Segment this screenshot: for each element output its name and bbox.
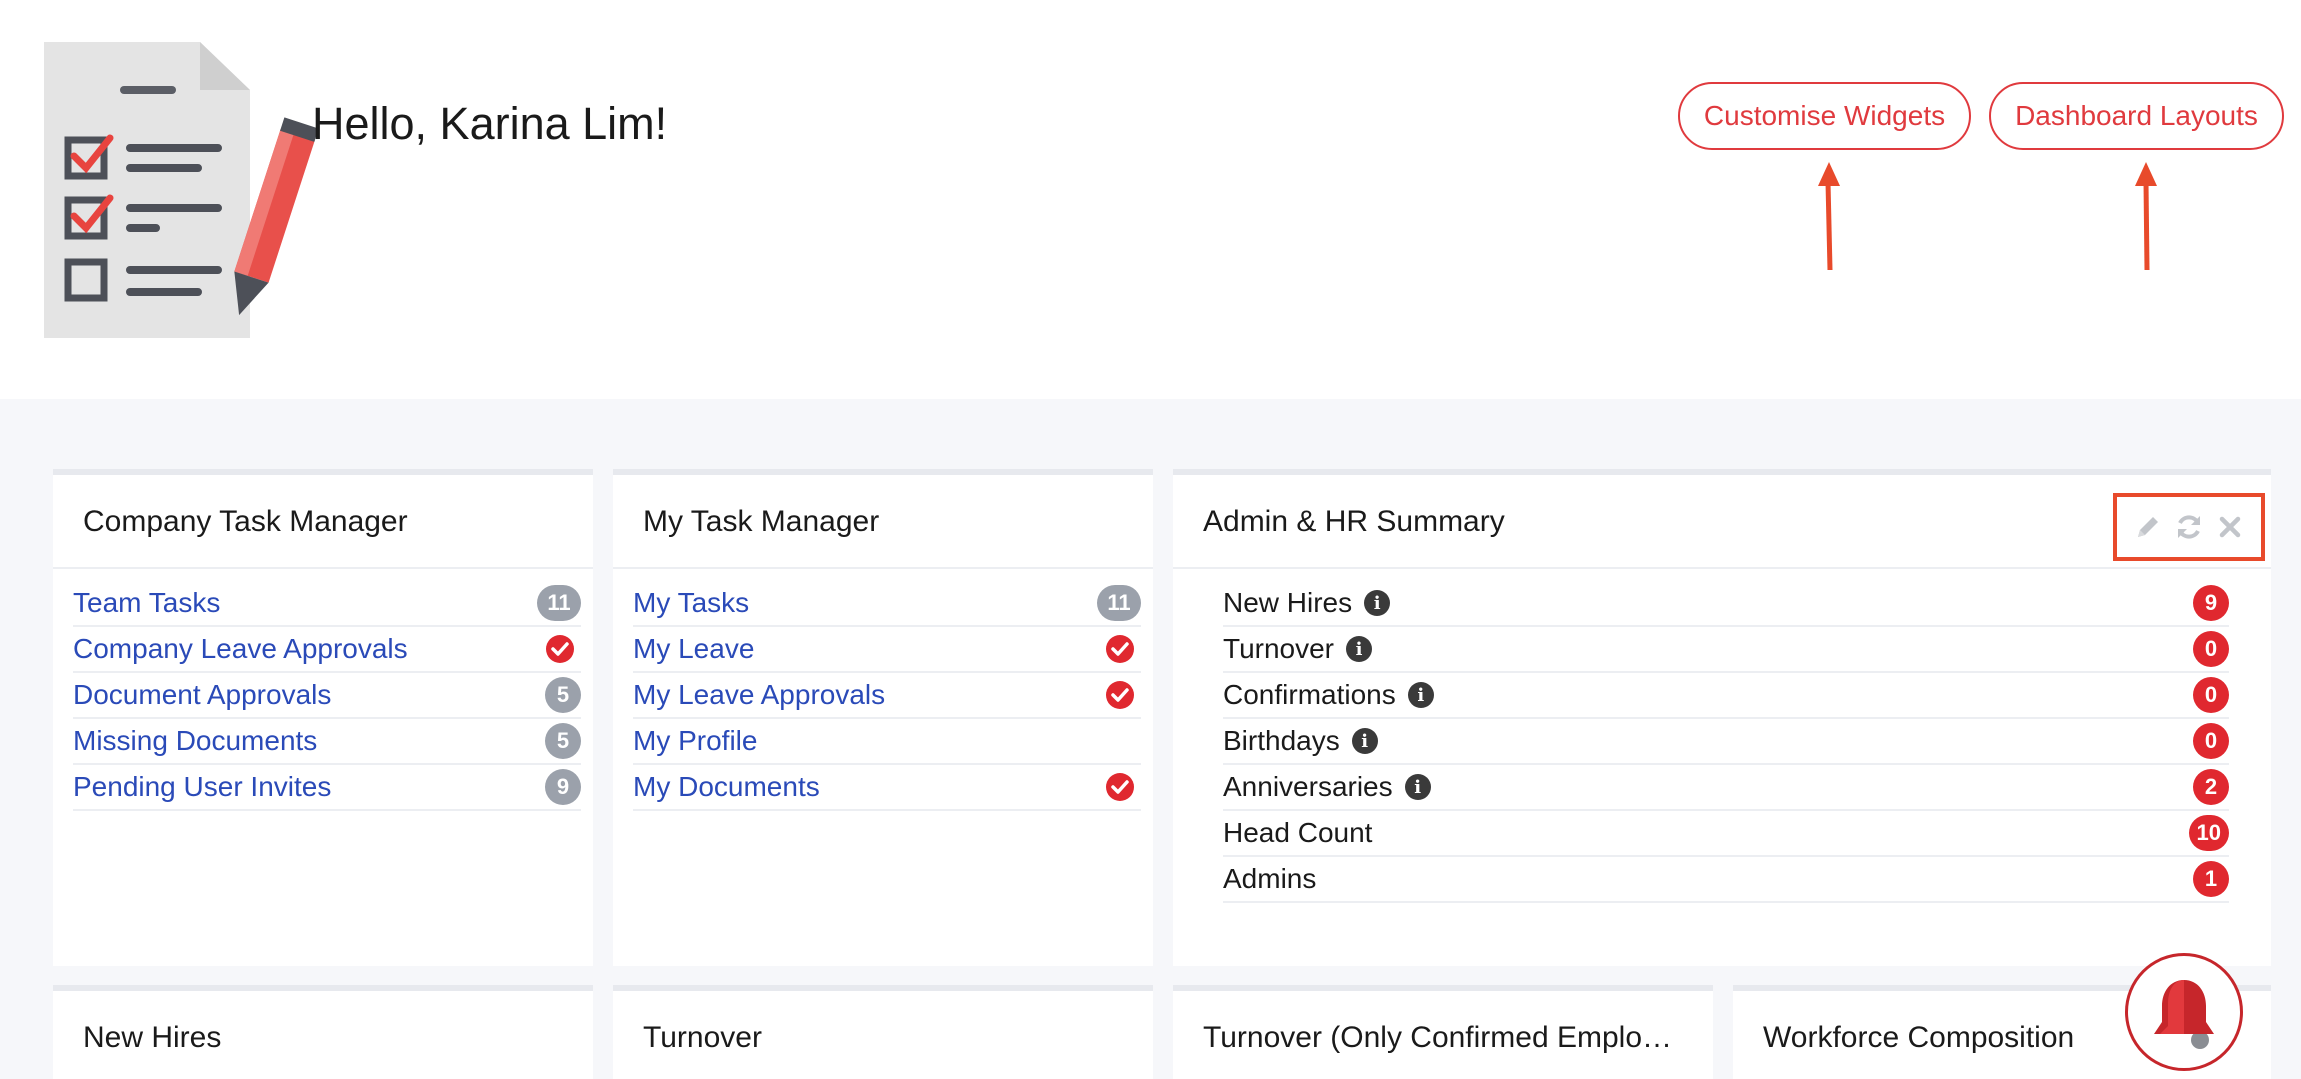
count-badge: 5 (545, 723, 581, 759)
missing-documents-link[interactable]: Missing Documents (73, 725, 317, 757)
my-leave-approvals-link[interactable]: My Leave Approvals (633, 679, 885, 711)
widget-title: Workforce Composition (1763, 1021, 2075, 1054)
count-badge: 0 (2193, 677, 2229, 713)
check-circle-icon (546, 635, 574, 663)
widget-title: Company Task Manager (83, 505, 408, 538)
widget-title: Turnover (Only Confirmed Emplo… (1203, 1021, 1673, 1054)
check-circle-icon (1106, 773, 1134, 801)
summary-label: Confirmations (1223, 679, 1396, 710)
summary-label: New Hires (1223, 587, 1353, 618)
summary-label: Birthdays (1223, 725, 1340, 756)
info-icon[interactable]: i (1404, 774, 1431, 800)
count-badge: 10 (2188, 815, 2229, 851)
widget-title: My Task Manager (643, 505, 880, 538)
page-header: Hello, Karina Lim! Customise Widgets Das… (0, 0, 2301, 399)
list-item[interactable]: My Tasks 11 (633, 581, 1141, 627)
summary-row[interactable]: Confirmations i 0 (1223, 673, 2229, 719)
my-profile-link[interactable]: My Profile (633, 725, 757, 757)
count-badge: 2 (2193, 769, 2229, 805)
widget-title: Admin & HR Summary (1203, 505, 1505, 538)
list-item[interactable]: Missing Documents 5 (73, 719, 581, 765)
my-leave-link[interactable]: My Leave (633, 633, 754, 665)
customise-widgets-button[interactable]: Customise Widgets (1678, 82, 1971, 150)
count-badge: 11 (1097, 585, 1141, 621)
count-badge: 0 (2193, 631, 2229, 667)
new-hires-widget: New Hires (53, 985, 593, 1079)
count-badge: 0 (2193, 723, 2229, 759)
list-item[interactable]: Pending User Invites 9 (73, 765, 581, 811)
summary-label: Head Count (1223, 817, 1373, 848)
summary-row[interactable]: Turnover i 0 (1223, 627, 2229, 673)
list-item[interactable]: Team Tasks 11 (73, 581, 581, 627)
summary-row[interactable]: Anniversaries i 2 (1223, 765, 2229, 811)
summary-label: Anniversaries (1223, 771, 1393, 802)
bell-icon (2154, 980, 2214, 1049)
team-tasks-link[interactable]: Team Tasks (73, 587, 220, 619)
count-badge: 11 (537, 585, 581, 621)
list-item[interactable]: My Documents (633, 765, 1141, 811)
checklist-logo-icon (44, 42, 319, 338)
list-item[interactable]: Company Leave Approvals (73, 627, 581, 673)
notification-bell-button[interactable] (2125, 953, 2243, 1071)
turnover-widget: Turnover (613, 985, 1153, 1079)
refresh-icon[interactable] (2173, 511, 2205, 543)
info-icon[interactable]: i (1364, 590, 1391, 616)
annotation-arrow (1818, 162, 1840, 271)
divider (53, 567, 593, 569)
count-badge: 9 (2193, 585, 2229, 621)
list-item[interactable]: My Leave Approvals (633, 673, 1141, 719)
count-badge: 5 (545, 677, 581, 713)
info-icon[interactable]: i (1346, 636, 1373, 662)
company-leave-approvals-link[interactable]: Company Leave Approvals (73, 633, 408, 665)
count-badge: 9 (545, 769, 581, 805)
summary-label: Admins (1223, 863, 1317, 894)
divider (1173, 567, 2271, 569)
info-icon[interactable]: i (1351, 728, 1378, 754)
turnover-confirmed-widget: Turnover (Only Confirmed Emplo… (1173, 985, 1713, 1079)
widget-title: New Hires (83, 1021, 222, 1054)
summary-row[interactable]: Head Count 10 (1223, 811, 2229, 857)
count-badge: 1 (2193, 861, 2229, 897)
pencil-icon[interactable] (2132, 511, 2164, 543)
company-task-manager-widget: Company Task Manager Team Tasks 11 Compa… (53, 469, 593, 966)
summary-label: Turnover (1223, 633, 1335, 664)
divider (613, 567, 1153, 569)
list-item[interactable]: My Leave (633, 627, 1141, 673)
annotation-arrow (2135, 162, 2157, 271)
my-task-manager-widget: My Task Manager My Tasks 11 My Leave My … (613, 469, 1153, 966)
summary-row[interactable]: Admins 1 (1223, 857, 2229, 903)
close-icon[interactable] (2214, 511, 2246, 543)
info-icon[interactable]: i (1407, 682, 1434, 708)
summary-row[interactable]: Birthdays i 0 (1223, 719, 2229, 765)
summary-row[interactable]: New Hires i 9 (1223, 581, 2229, 627)
list-item[interactable]: Document Approvals 5 (73, 673, 581, 719)
my-documents-link[interactable]: My Documents (633, 771, 820, 803)
greeting-text: Hello, Karina Lim! (312, 98, 668, 149)
admin-hr-summary-widget: Admin & HR Summary New Hires i 9 Turnover… (1173, 469, 2271, 966)
dashboard-layouts-button[interactable]: Dashboard Layouts (1989, 82, 2284, 150)
widget-tools (2113, 493, 2265, 561)
check-circle-icon (1106, 635, 1134, 663)
my-tasks-link[interactable]: My Tasks (633, 587, 749, 619)
document-approvals-link[interactable]: Document Approvals (73, 679, 331, 711)
list-item[interactable]: My Profile (633, 719, 1141, 765)
pending-user-invites-link[interactable]: Pending User Invites (73, 771, 331, 803)
widget-title: Turnover (643, 1021, 762, 1054)
check-circle-icon (1106, 681, 1134, 709)
